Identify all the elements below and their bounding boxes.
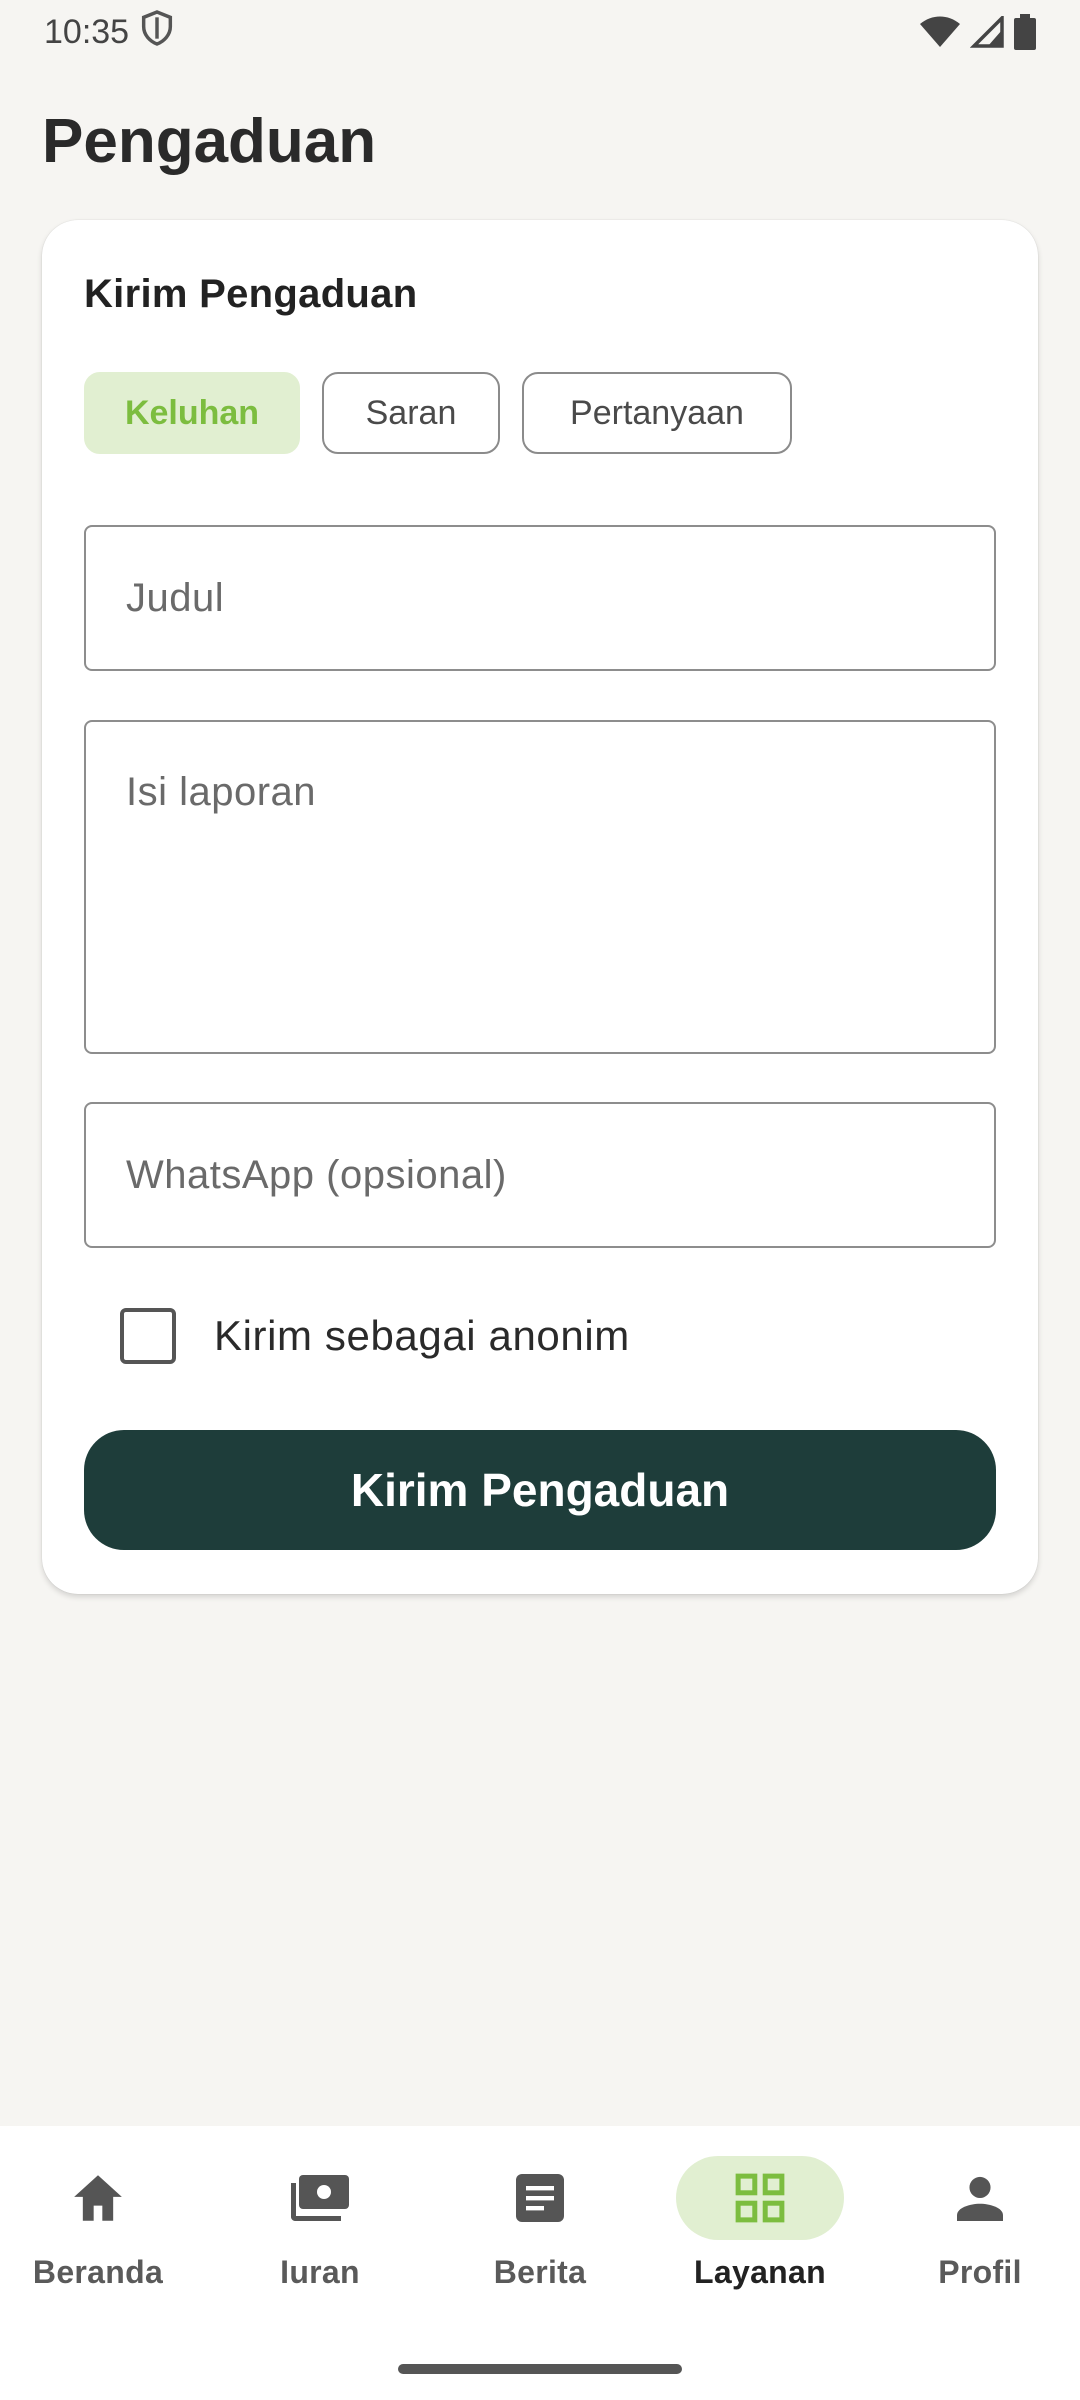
- chip-keluhan[interactable]: Keluhan: [84, 372, 300, 454]
- nav-item-berita[interactable]: Berita: [440, 2156, 640, 2291]
- form-title: Kirim Pengaduan: [84, 272, 418, 316]
- page-title: Pengaduan: [42, 107, 377, 176]
- home-indicator[interactable]: [398, 2364, 682, 2374]
- chip-saran[interactable]: Saran: [322, 372, 500, 454]
- nav-label-layanan: Layanan: [694, 2254, 826, 2290]
- person-icon: [896, 2156, 1064, 2240]
- status-right: [920, 14, 1036, 50]
- status-time: 10:35: [44, 12, 130, 51]
- grid-icon: [676, 2156, 844, 2240]
- cellular-signal-icon: [970, 16, 1004, 48]
- nav-item-profil[interactable]: Profil: [880, 2156, 1080, 2291]
- shield-icon: [141, 9, 173, 55]
- judul-input[interactable]: [84, 525, 996, 671]
- isi-laporan-textarea[interactable]: [84, 720, 996, 1054]
- nav-label-beranda: Beranda: [32, 2254, 164, 2290]
- submit-complaint-button[interactable]: Kirim Pengaduan: [84, 1430, 996, 1550]
- home-icon: [14, 2156, 182, 2240]
- anonymous-checkbox[interactable]: [120, 1308, 176, 1364]
- status-left: 10:35: [44, 9, 173, 55]
- nav-item-layanan[interactable]: Layanan: [660, 2156, 860, 2291]
- wifi-icon: [920, 16, 960, 48]
- nav-label-iuran: Iuran: [280, 2254, 360, 2290]
- anonymous-label: Kirim sebagai anonim: [214, 1312, 630, 1359]
- nav-item-iuran[interactable]: Iuran: [220, 2156, 420, 2291]
- battery-icon: [1014, 14, 1036, 50]
- nav-item-beranda[interactable]: Beranda: [0, 2156, 198, 2291]
- article-icon: [456, 2156, 624, 2240]
- chip-pertanyaan[interactable]: Pertanyaan: [522, 372, 792, 454]
- payments-icon: [236, 2156, 404, 2240]
- nav-label-berita: Berita: [493, 2254, 587, 2290]
- category-chips: Keluhan Saran Pertanyaan: [84, 372, 792, 454]
- status-bar: 10:35: [0, 0, 1080, 64]
- nav-label-profil: Profil: [938, 2254, 1022, 2290]
- complaint-form-card: Kirim Pengaduan Keluhan Saran Pertanyaan…: [42, 220, 1038, 1594]
- bottom-navigation: Beranda Iuran Berita Layanan Profil: [0, 2126, 1080, 2400]
- anonymous-checkbox-row[interactable]: Kirim sebagai anonim: [120, 1308, 630, 1364]
- whatsapp-input[interactable]: [84, 1102, 996, 1248]
